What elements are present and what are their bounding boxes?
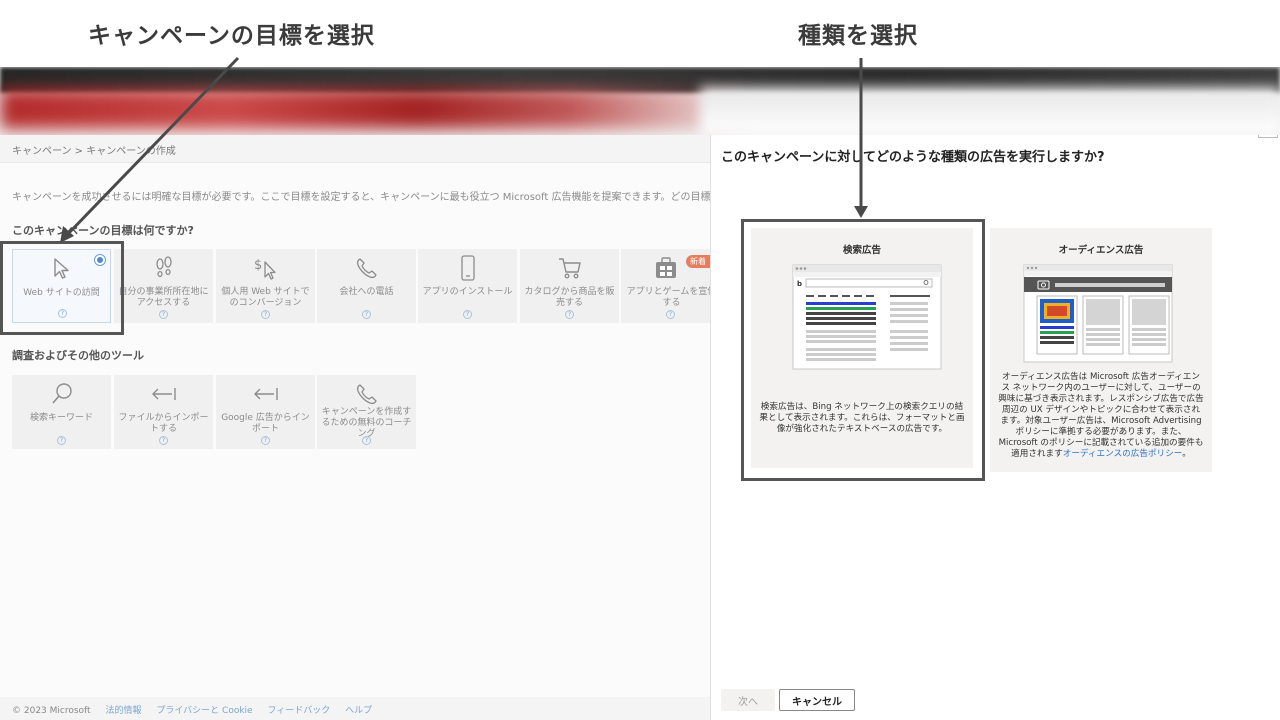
tool-label: ファイルからインポートする: [118, 413, 209, 434]
help-icon[interactable]: ?: [362, 310, 371, 319]
footer-link-privacy[interactable]: プライバシーと Cookie: [156, 706, 252, 716]
tool-tile-import-file[interactable]: ファイルからインポートする ?: [114, 375, 213, 449]
blurred-header: [0, 67, 1280, 135]
goal-label: 会社への電話: [339, 287, 394, 297]
cart-icon: [520, 255, 619, 281]
annotation-type-title: 種類を選択: [798, 23, 918, 49]
goal-tile-app-promotion[interactable]: 新着 アプリとゲームを宣伝する ?: [621, 249, 710, 323]
audience-ads-description: オーディエンス広告は Microsoft 広告オーディエンス ネットワーク内のユ…: [998, 372, 1204, 460]
footprints-icon: [114, 255, 213, 281]
help-icon[interactable]: ?: [261, 436, 270, 445]
tools-heading: 調査およびその他のツール: [12, 349, 144, 362]
svg-text:$: $: [254, 258, 262, 273]
game-icon: [621, 255, 710, 281]
search-results-illustration: b: [792, 264, 942, 370]
phone-icon: [317, 381, 416, 407]
breadcrumb[interactable]: キャンペーン > キャンペーンの作成: [0, 135, 710, 163]
next-button[interactable]: 次へ: [721, 689, 775, 711]
tool-label: 検索キーワード: [29, 413, 93, 423]
cursor-icon: [13, 256, 110, 282]
svg-text:b: b: [797, 280, 802, 288]
ad-type-panel: このキャンペーンに対してどのような種類の広告を実行しますか? 検索広告 b 検索…: [710, 135, 1280, 720]
panel-resize-handle[interactable]: [1258, 135, 1278, 138]
search-ads-title: 検索広告: [842, 245, 881, 256]
audience-ads-title: オーディエンス広告: [1058, 245, 1144, 256]
intro-text: キャンペーンを成功させるには明確な目標が必要です。ここで目標を設定すると、キャン…: [12, 192, 710, 203]
goal-tile-conversions[interactable]: $ 個人用 Web サイトでのコンバージョン ?: [216, 249, 315, 323]
import-icon: [216, 381, 315, 407]
audience-ads-description-text: オーディエンス広告は Microsoft 広告オーディエンス ネットワーク内のユ…: [998, 372, 1204, 459]
help-icon[interactable]: ?: [58, 309, 67, 318]
footer-link-help[interactable]: ヘルプ: [345, 706, 372, 716]
tool-label: Google 広告からインポート: [221, 413, 310, 434]
search-ads-description: 検索広告は、Bing ネットワーク上の検索クエリの結果として表示されます。これら…: [759, 402, 965, 434]
search-icon: [12, 381, 111, 407]
dollar-cursor-icon: $: [216, 255, 315, 281]
help-icon[interactable]: ?: [666, 310, 675, 319]
goal-label: アプリのインストール: [422, 287, 513, 297]
audience-ads-illustration: [1023, 264, 1173, 363]
mobile-icon: [418, 255, 517, 281]
goal-tile-website-visits[interactable]: Web サイトの訪問 ?: [12, 249, 111, 323]
goal-tile-app-installs[interactable]: アプリのインストール ?: [418, 249, 517, 323]
help-icon[interactable]: ?: [565, 310, 574, 319]
copyright-text: © 2023 Microsoft: [12, 706, 91, 716]
help-icon[interactable]: ?: [159, 310, 168, 319]
audience-ads-card[interactable]: オーディエンス広告 オーディエンス広告は Microsoft 広告オーディエンス…: [990, 228, 1212, 472]
help-icon[interactable]: ?: [261, 310, 270, 319]
phone-icon: [317, 255, 416, 281]
goal-label: 自分の事業所所在地にアクセスする: [118, 287, 209, 308]
ad-type-question: このキャンペーンに対してどのような種類の広告を実行しますか?: [721, 150, 1105, 165]
goals-heading: このキャンペーンの目標は何ですか?: [12, 224, 194, 237]
goal-label: カタログから商品を販売する: [524, 287, 615, 308]
goal-tile-phone-calls[interactable]: 会社への電話 ?: [317, 249, 416, 323]
help-icon[interactable]: ?: [463, 310, 472, 319]
campaign-create-page: キャンペーン > キャンペーンの作成 キャンペーンを成功させるには明確な目標が必…: [0, 135, 710, 720]
cancel-button[interactable]: キャンセル: [779, 689, 855, 711]
goal-label: Web サイトの訪問: [23, 288, 100, 298]
audience-link-suffix: 。: [1182, 449, 1191, 459]
footer-link-legal[interactable]: 法的情報: [105, 706, 141, 716]
help-icon[interactable]: ?: [159, 436, 168, 445]
search-ads-card[interactable]: 検索広告 b 検索広告は、Bing ネットワーク上の検索クエリの結果として表示さ…: [751, 228, 973, 468]
help-icon[interactable]: ?: [57, 436, 66, 445]
goal-tile-store-visits[interactable]: 自分の事業所所在地にアクセスする ?: [114, 249, 213, 323]
tool-tile-import-google[interactable]: Google 広告からインポート ?: [216, 375, 315, 449]
goal-label: アプリとゲームを宣伝する: [626, 287, 710, 308]
import-icon: [114, 381, 213, 407]
help-icon[interactable]: ?: [362, 436, 371, 445]
tool-tile-free-coaching[interactable]: キャンペーンを作成するための無料のコーチング ?: [317, 375, 416, 449]
annotation-goal-title: キャンペーンの目標を選択: [88, 23, 375, 49]
goal-label: 個人用 Web サイトでのコンバージョン: [221, 287, 310, 308]
audience-policy-link[interactable]: オーディエンスの広告ポリシー: [1063, 449, 1182, 459]
footer-link-feedback[interactable]: フィードバック: [267, 706, 330, 716]
goal-tile-catalog-sales[interactable]: カタログから商品を販売する ?: [520, 249, 619, 323]
tool-tile-keyword-research[interactable]: 検索キーワード ?: [12, 375, 111, 449]
page-footer: © 2023 Microsoft 法的情報 プライバシーと Cookie フィー…: [0, 697, 710, 720]
